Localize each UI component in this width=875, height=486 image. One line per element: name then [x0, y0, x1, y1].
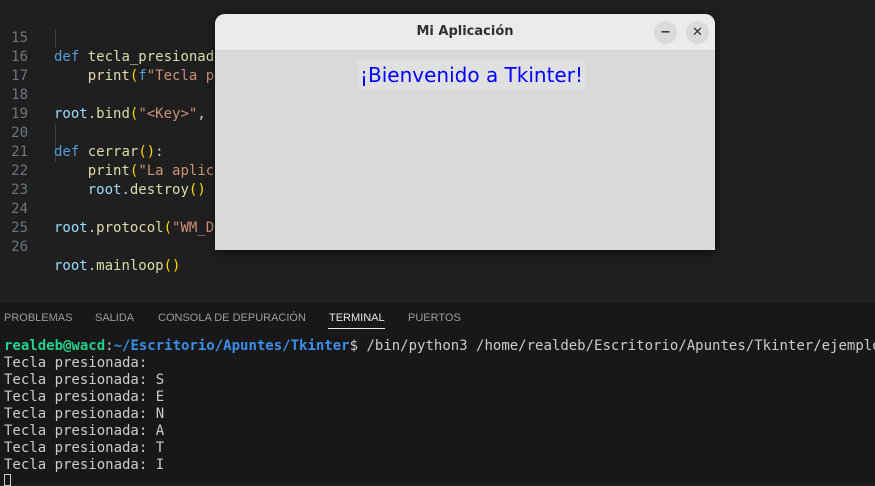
window-title: Mi Aplicación — [416, 24, 514, 39]
terminal-output-line: Tecla presionada: E — [4, 389, 165, 405]
tab-salida[interactable]: SALIDA — [95, 312, 134, 332]
tab-problemas[interactable]: PROBLEMAS — [4, 312, 72, 332]
terminal-output-line: Tecla presionada: I — [4, 457, 165, 473]
close-icon: ✕ — [692, 25, 703, 40]
terminal-cursor[interactable] — [4, 474, 11, 486]
window-titlebar[interactable]: Mi Aplicación − ✕ — [215, 14, 715, 51]
terminal-command-line[interactable]: realdeb@wacd:~/Escritorio/Apuntes/Tkinte… — [4, 338, 875, 355]
terminal-output-line: Tecla presionada: T — [4, 440, 165, 456]
tab-terminal[interactable]: TERMINAL — [329, 312, 385, 332]
minimize-button[interactable]: − — [654, 21, 677, 44]
terminal-output-line: Tecla presionada: N — [4, 406, 165, 422]
terminal-output-line: Tecla presionada: A — [4, 423, 165, 439]
terminal-output-line: Tecla presionada: S — [4, 372, 165, 388]
bottom-panel: PROBLEMAS SALIDA CONSOLA DE DEPURACIÓN T… — [0, 301, 875, 486]
prompt-separator: : — [105, 338, 114, 354]
tab-consola-depuracion[interactable]: CONSOLA DE DEPURACIÓN — [158, 312, 306, 332]
welcome-label: ¡Bienvenido a Tkinter! — [358, 60, 585, 90]
terminal-command: $ /bin/python3 /home/realdeb/Escritorio/… — [349, 338, 875, 354]
code-text: root.mainloop() — [54, 258, 181, 274]
minimize-icon: − — [660, 25, 671, 40]
tk-app-window[interactable]: Mi Aplicación − ✕ ¡Bienvenido a Tkinter! — [215, 14, 715, 250]
prompt-user: realdeb@wacd — [4, 338, 106, 354]
tab-puertos[interactable]: PUERTOS — [408, 312, 461, 332]
line-number: 26 — [11, 239, 28, 255]
prompt-path: ~/Escritorio/Apuntes/Tkinter — [113, 338, 350, 354]
close-button[interactable]: ✕ — [686, 21, 709, 44]
terminal-output-line: Tecla presionada: — [4, 355, 156, 371]
active-tab-indicator — [328, 328, 385, 329]
